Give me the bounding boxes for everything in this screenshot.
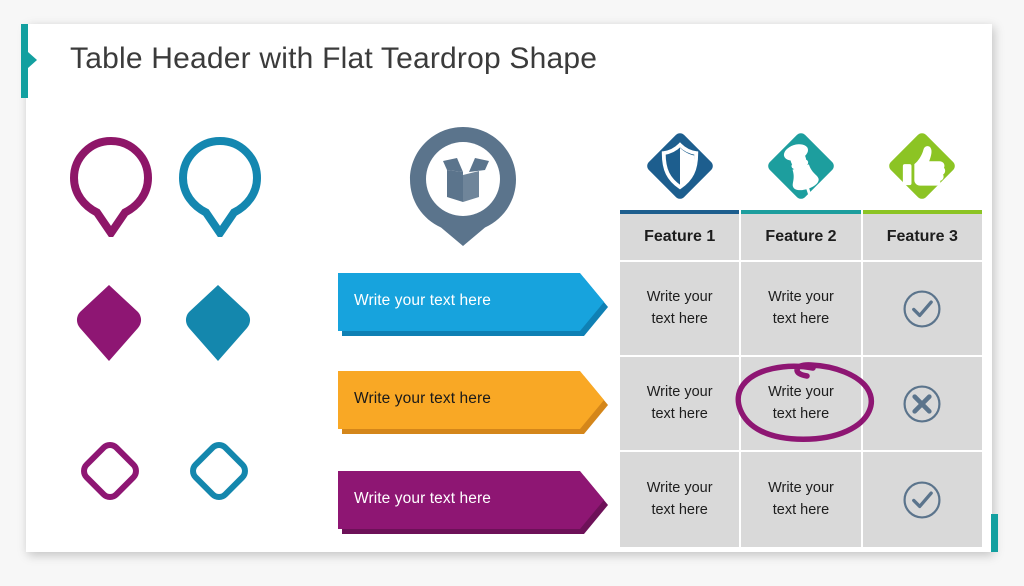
header-icon-slot-2 bbox=[741, 118, 862, 210]
teardrop-pin-with-box-icon bbox=[401, 124, 525, 249]
table-cell-annotated: Write your text here bbox=[741, 357, 863, 452]
table-row: Write your text here Write your text her… bbox=[620, 357, 982, 452]
arrow-banner-1-label: Write your text here bbox=[354, 292, 491, 309]
table-row: Write your text here Write your text her… bbox=[620, 262, 982, 357]
header-icon-slot-3 bbox=[861, 118, 982, 210]
prev-slide-triangle-icon bbox=[28, 52, 37, 68]
column-header-2: Feature 2 bbox=[741, 214, 863, 262]
thumbs-up-icon bbox=[888, 133, 955, 199]
shape-teardrop-diamond-filled-blue bbox=[179, 282, 257, 364]
column-header-1: Feature 1 bbox=[620, 214, 742, 262]
arrow-banner-3[interactable]: Write your text here bbox=[336, 468, 616, 534]
table-cell bbox=[862, 262, 982, 357]
table-cell: Write your text here bbox=[741, 452, 863, 547]
table-cell: Write your text here bbox=[620, 452, 742, 547]
arrow-banner-2-label: Write your text here bbox=[354, 390, 491, 407]
feature-table: Feature 1 Feature 2 Feature 3 Write your… bbox=[620, 210, 982, 547]
table-cell: Write your text here bbox=[620, 262, 742, 357]
check-circle-icon bbox=[903, 289, 941, 328]
shape-rounded-diamond-outline-purple bbox=[70, 429, 148, 511]
next-slide-button[interactable] bbox=[991, 514, 998, 552]
slide-canvas: Table Header with Flat Teardrop Shape Wr… bbox=[26, 24, 992, 552]
arrow-banner-2[interactable]: Write your text here bbox=[336, 368, 616, 434]
table-cell bbox=[862, 452, 982, 547]
shape-teardrop-pin-outline-purple bbox=[69, 136, 153, 241]
table-header-icons bbox=[620, 118, 982, 210]
prev-slide-button[interactable] bbox=[21, 24, 37, 98]
pushpin-icon bbox=[768, 133, 834, 199]
table-cell: Write your text here bbox=[741, 262, 863, 357]
shape-teardrop-diamond-filled-purple bbox=[70, 282, 148, 364]
page-title: Table Header with Flat Teardrop Shape bbox=[70, 42, 598, 75]
header-icon-slot-1 bbox=[620, 118, 741, 210]
arrow-banner-1[interactable]: Write your text here bbox=[336, 270, 616, 336]
table-row: Write your text here Write your text her… bbox=[620, 452, 982, 547]
arrow-banner-3-label: Write your text here bbox=[354, 490, 491, 507]
check-circle-icon bbox=[903, 480, 941, 519]
column-header-3: Feature 3 bbox=[862, 214, 982, 262]
table-header-row: Feature 1 Feature 2 Feature 3 bbox=[620, 214, 982, 262]
shield-icon bbox=[647, 133, 714, 199]
shape-teardrop-pin-outline-blue bbox=[178, 136, 262, 241]
shape-rounded-diamond-outline-blue bbox=[179, 429, 257, 511]
table-cell: Write your text here bbox=[620, 357, 742, 452]
table-cell bbox=[862, 357, 982, 452]
x-circle-icon bbox=[903, 384, 941, 423]
